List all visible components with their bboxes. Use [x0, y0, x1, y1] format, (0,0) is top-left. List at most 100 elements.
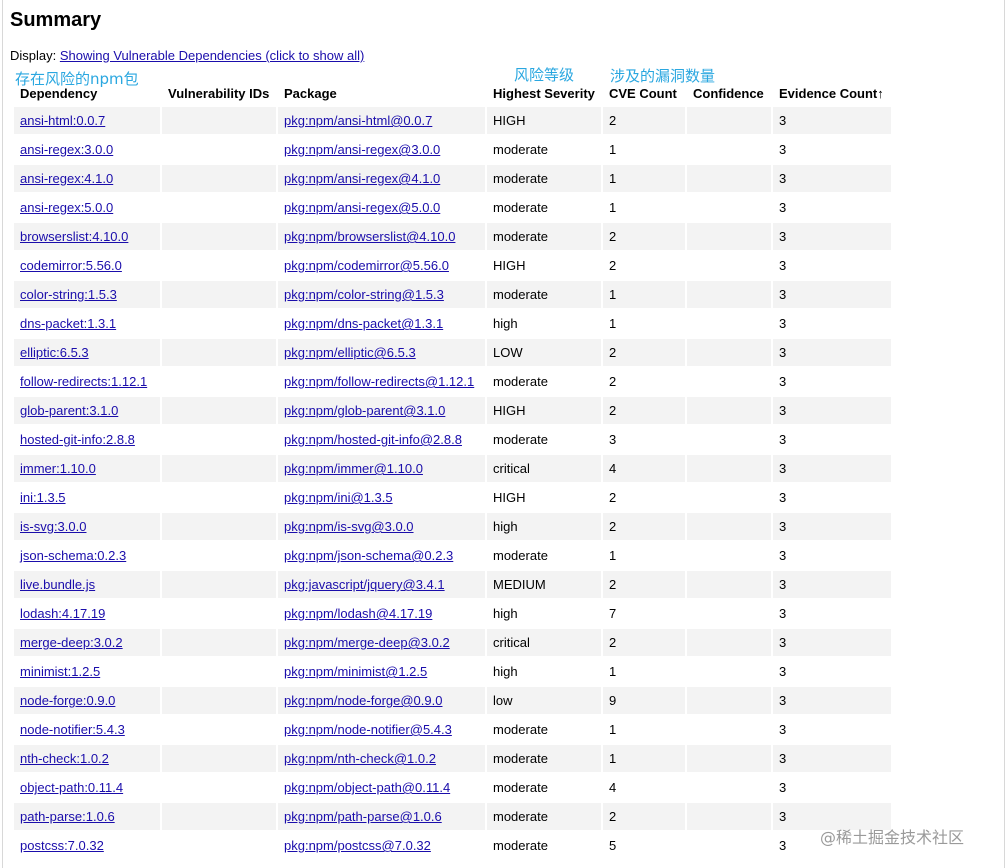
cell-highest-severity: moderate [487, 165, 601, 192]
cell-package-link[interactable]: pkg:npm/follow-redirects@1.12.1 [284, 374, 474, 389]
cell-highest-severity: MEDIUM [487, 571, 601, 598]
cell-package-link[interactable]: pkg:npm/path-parse@1.0.6 [284, 809, 442, 824]
cell-highest-severity: moderate [487, 136, 601, 163]
cell-dependency-link[interactable]: ansi-html:0.0.7 [20, 113, 105, 128]
cell-package-link[interactable]: pkg:npm/dns-packet@1.3.1 [284, 316, 443, 331]
table-row: postcss:7.0.32 pkg:npm/postcss@7.0.32 mode… [14, 832, 891, 859]
header-highest-severity[interactable]: Highest Severity [487, 82, 601, 105]
cell-confidence [687, 281, 771, 308]
cell-evidence-count: 3 [773, 368, 891, 395]
cell-dependency-link[interactable]: immer:1.10.0 [20, 461, 96, 476]
cell-dependency-link[interactable]: elliptic:6.5.3 [20, 345, 89, 360]
cell-package-link[interactable]: pkg:npm/ansi-html@0.0.7 [284, 113, 432, 128]
cell-dependency: codemirror:5.56.0 [14, 252, 160, 279]
cell-dependency-link[interactable]: object-path:0.11.4 [20, 780, 123, 795]
cell-package-link[interactable]: pkg:npm/ansi-regex@5.0.0 [284, 200, 440, 215]
table-row: is-svg:3.0.0 pkg:npm/is-svg@3.0.0 high 2 3 [14, 513, 891, 540]
cell-package-link[interactable]: pkg:npm/elliptic@6.5.3 [284, 345, 416, 360]
cell-package-link[interactable]: pkg:npm/minimist@1.2.5 [284, 664, 427, 679]
cell-package-link[interactable]: pkg:npm/browserslist@4.10.0 [284, 229, 455, 244]
cell-package-link[interactable]: pkg:npm/nth-check@1.0.2 [284, 751, 436, 766]
cell-package: pkg:npm/merge-deep@3.0.2 [278, 629, 485, 656]
header-confidence[interactable]: Confidence [687, 82, 771, 105]
cell-dependency-link[interactable]: hosted-git-info:2.8.8 [20, 432, 135, 447]
cell-dependency-link[interactable]: minimist:1.2.5 [20, 664, 100, 679]
cell-package-link[interactable]: pkg:npm/hosted-git-info@2.8.8 [284, 432, 462, 447]
cell-package-link[interactable]: pkg:npm/color-string@1.5.3 [284, 287, 444, 302]
cell-dependency-link[interactable]: node-forge:0.9.0 [20, 693, 115, 708]
cell-dependency: path-parse:1.0.6 [14, 803, 160, 830]
show-all-toggle-link[interactable]: Showing Vulnerable Dependencies (click t… [60, 48, 364, 63]
cell-package: pkg:npm/ini@1.3.5 [278, 484, 485, 511]
cell-confidence [687, 136, 771, 163]
cell-dependency-link[interactable]: color-string:1.5.3 [20, 287, 117, 302]
cell-evidence-count: 3 [773, 310, 891, 337]
cell-dependency-link[interactable]: nth-check:1.0.2 [20, 751, 109, 766]
cell-package-link[interactable]: pkg:npm/codemirror@5.56.0 [284, 258, 449, 273]
cell-vulnerability-ids [162, 687, 276, 714]
header-vulnerability-ids[interactable]: Vulnerability IDs [162, 82, 276, 105]
cell-dependency-link[interactable]: ansi-regex:5.0.0 [20, 200, 113, 215]
table-row: glob-parent:3.1.0 pkg:npm/glob-parent@3.1… [14, 397, 891, 424]
cell-dependency-link[interactable]: path-parse:1.0.6 [20, 809, 115, 824]
cell-dependency-link[interactable]: live.bundle.js [20, 577, 95, 592]
cell-highest-severity: moderate [487, 803, 601, 830]
cell-package-link[interactable]: pkg:npm/merge-deep@3.0.2 [284, 635, 450, 650]
cell-cve-count: 7 [603, 600, 685, 627]
cell-package-link[interactable]: pkg:npm/json-schema@0.2.3 [284, 548, 453, 563]
cell-dependency-link[interactable]: postcss:7.0.32 [20, 838, 104, 853]
header-package[interactable]: Package [278, 82, 485, 105]
cell-evidence-count: 3 [773, 542, 891, 569]
cell-dependency-link[interactable]: follow-redirects:1.12.1 [20, 374, 147, 389]
cell-package-link[interactable]: pkg:javascript/jquery@3.4.1 [284, 577, 445, 592]
cell-package-link[interactable]: pkg:npm/ini@1.3.5 [284, 490, 393, 505]
cell-dependency-link[interactable]: merge-deep:3.0.2 [20, 635, 123, 650]
cell-dependency-link[interactable]: node-notifier:5.4.3 [20, 722, 125, 737]
cell-package-link[interactable]: pkg:npm/immer@1.10.0 [284, 461, 423, 476]
cell-highest-severity: critical [487, 455, 601, 482]
table-row: ini:1.3.5 pkg:npm/ini@1.3.5 HIGH 2 3 [14, 484, 891, 511]
cell-package-link[interactable]: pkg:npm/lodash@4.17.19 [284, 606, 432, 621]
cell-dependency-link[interactable]: lodash:4.17.19 [20, 606, 105, 621]
cell-highest-severity: moderate [487, 194, 601, 221]
cell-vulnerability-ids [162, 513, 276, 540]
cell-dependency-link[interactable]: browserslist:4.10.0 [20, 229, 128, 244]
cell-highest-severity: moderate [487, 223, 601, 250]
cell-dependency-link[interactable]: json-schema:0.2.3 [20, 548, 126, 563]
cell-dependency: ini:1.3.5 [14, 484, 160, 511]
header-evidence-count[interactable]: Evidence Count↑ [773, 82, 891, 105]
cell-dependency-link[interactable]: ansi-regex:4.1.0 [20, 171, 113, 186]
cell-cve-count: 5 [603, 832, 685, 859]
cell-package-link[interactable]: pkg:npm/is-svg@3.0.0 [284, 519, 414, 534]
header-cve-count[interactable]: CVE Count [603, 82, 685, 105]
cell-dependency: merge-deep:3.0.2 [14, 629, 160, 656]
cell-evidence-count: 3 [773, 571, 891, 598]
cell-package-link[interactable]: pkg:npm/object-path@0.11.4 [284, 780, 450, 795]
cell-dependency: immer:1.10.0 [14, 455, 160, 482]
cell-vulnerability-ids [162, 542, 276, 569]
table-row: lodash:4.17.19 pkg:npm/lodash@4.17.19 high… [14, 600, 891, 627]
table-row: json-schema:0.2.3 pkg:npm/json-schema@0.2… [14, 542, 891, 569]
cell-cve-count: 2 [603, 107, 685, 134]
vulnerability-summary-table: Dependency Vulnerability IDs Package Hig… [12, 80, 893, 861]
cell-highest-severity: high [487, 513, 601, 540]
cell-package-link[interactable]: pkg:npm/ansi-regex@3.0.0 [284, 142, 440, 157]
cell-package-link[interactable]: pkg:npm/node-forge@0.9.0 [284, 693, 442, 708]
cell-package-link[interactable]: pkg:npm/ansi-regex@4.1.0 [284, 171, 440, 186]
cell-package-link[interactable]: pkg:npm/postcss@7.0.32 [284, 838, 431, 853]
header-dependency[interactable]: Dependency [14, 82, 160, 105]
cell-package-link[interactable]: pkg:npm/node-notifier@5.4.3 [284, 722, 452, 737]
cell-confidence [687, 339, 771, 366]
cell-dependency-link[interactable]: dns-packet:1.3.1 [20, 316, 116, 331]
cell-vulnerability-ids [162, 658, 276, 685]
cell-evidence-count: 3 [773, 136, 891, 163]
cell-dependency: follow-redirects:1.12.1 [14, 368, 160, 395]
cell-dependency-link[interactable]: ansi-regex:3.0.0 [20, 142, 113, 157]
cell-dependency-link[interactable]: is-svg:3.0.0 [20, 519, 86, 534]
cell-dependency-link[interactable]: glob-parent:3.1.0 [20, 403, 118, 418]
cell-package-link[interactable]: pkg:npm/glob-parent@3.1.0 [284, 403, 445, 418]
cell-dependency-link[interactable]: ini:1.3.5 [20, 490, 66, 505]
cell-vulnerability-ids [162, 397, 276, 424]
cell-dependency-link[interactable]: codemirror:5.56.0 [20, 258, 122, 273]
cell-cve-count: 2 [603, 397, 685, 424]
